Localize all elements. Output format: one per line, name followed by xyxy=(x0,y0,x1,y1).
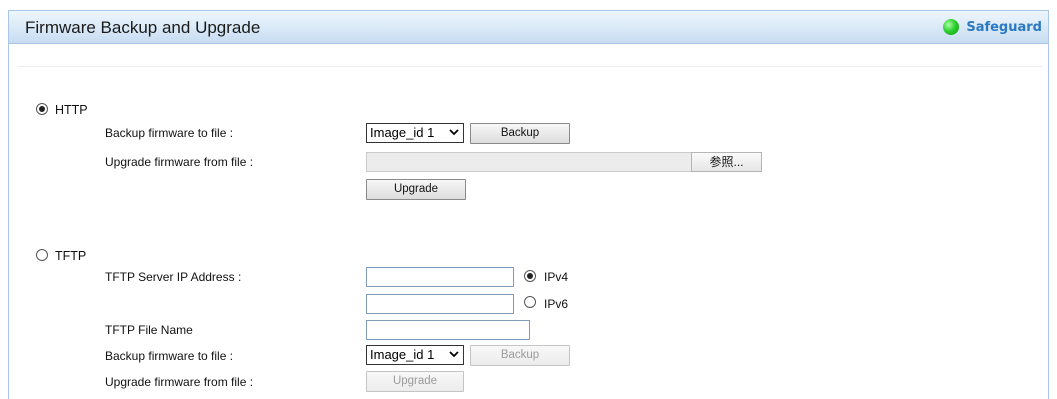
ipv4-radio-label: IPv4 xyxy=(544,270,569,284)
http-browse-button[interactable]: 参照... xyxy=(691,152,762,172)
tftp-file-name-input[interactable] xyxy=(366,320,530,340)
content-frame xyxy=(8,10,1049,399)
http-upgrade-file-input[interactable] xyxy=(366,152,692,172)
http-upgrade-button[interactable]: Upgrade xyxy=(366,179,466,200)
tftp-backup-select-value: Image_id 1 xyxy=(370,347,435,362)
tftp-backup-button[interactable]: Backup xyxy=(470,345,570,366)
ipv4-radio[interactable] xyxy=(524,270,536,282)
chevron-down-icon xyxy=(449,129,459,136)
page-title: Firmware Backup and Upgrade xyxy=(25,18,261,37)
http-backup-select-value: Image_id 1 xyxy=(370,125,435,140)
http-upgrade-label: Upgrade firmware from file : xyxy=(105,155,254,169)
safeguard-label: Safeguard xyxy=(966,19,1042,35)
http-radio[interactable] xyxy=(36,103,48,115)
http-backup-label: Backup firmware to file : xyxy=(105,126,234,140)
tftp-file-name-label: TFTP File Name xyxy=(105,323,193,337)
tftp-backup-image-select[interactable]: Image_id 1 xyxy=(366,345,464,365)
tftp-ipv4-address-input[interactable] xyxy=(366,267,514,287)
chevron-down-icon xyxy=(449,351,459,358)
http-backup-image-select[interactable]: Image_id 1 xyxy=(366,123,464,143)
tftp-ipv6-address-input[interactable] xyxy=(366,294,514,314)
tftp-radio[interactable] xyxy=(36,249,48,261)
tftp-upgrade-label: Upgrade firmware from file : xyxy=(105,375,254,389)
page-header: Firmware Backup and Upgrade Safeguard xyxy=(8,10,1049,44)
tftp-server-ip-label: TFTP Server IP Address : xyxy=(105,270,242,284)
tftp-radio-label: TFTP xyxy=(55,249,87,263)
ipv6-radio-label: IPv6 xyxy=(544,297,569,311)
tftp-upgrade-button[interactable]: Upgrade xyxy=(366,371,464,392)
safeguard-indicator[interactable]: Safeguard xyxy=(943,19,1042,35)
divider xyxy=(18,66,1043,67)
ipv6-radio[interactable] xyxy=(524,296,536,308)
tftp-backup-label: Backup firmware to file : xyxy=(105,349,234,363)
status-dot-icon xyxy=(943,19,960,35)
http-backup-button[interactable]: Backup xyxy=(470,123,570,144)
http-radio-label: HTTP xyxy=(55,103,88,117)
